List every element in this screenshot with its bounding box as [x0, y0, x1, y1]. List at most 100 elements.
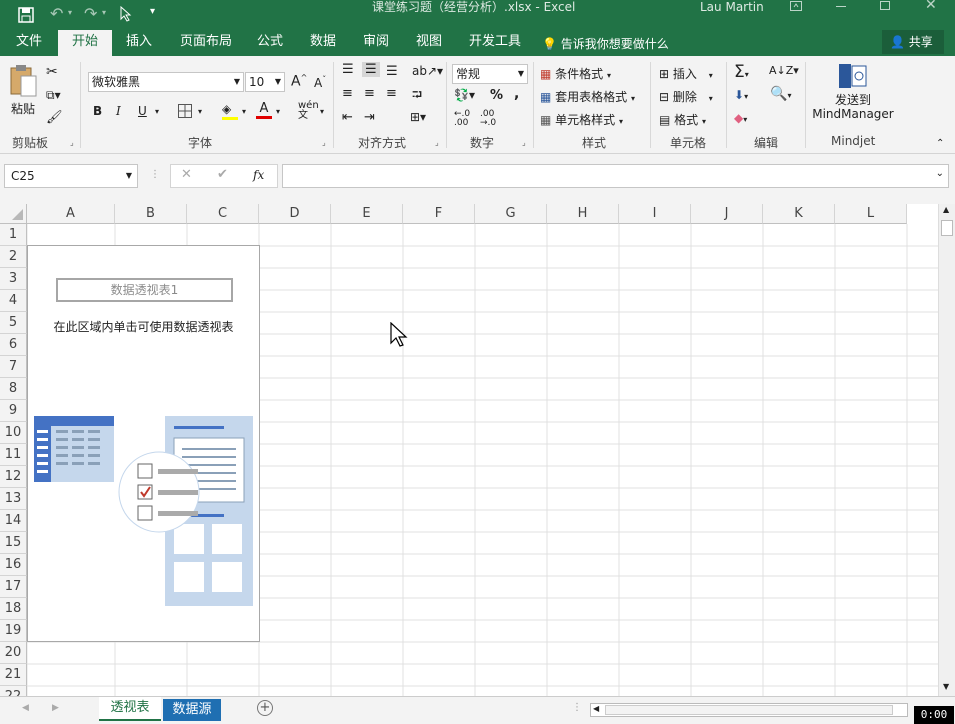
- row-header-8[interactable]: 8: [0, 378, 27, 400]
- minimize-icon[interactable]: [836, 6, 846, 7]
- accounting-format-icon[interactable]: 💱▾: [454, 88, 475, 102]
- delete-cells-button[interactable]: ⊟ 删除 ▾: [659, 88, 713, 105]
- align-middle-icon[interactable]: ☰: [362, 62, 380, 77]
- row-header-22[interactable]: 22: [0, 686, 27, 696]
- row-header-10[interactable]: 10: [0, 422, 27, 444]
- row-header-21[interactable]: 21: [0, 664, 27, 686]
- tab-review[interactable]: 审阅: [361, 30, 391, 56]
- save-icon[interactable]: [18, 7, 34, 23]
- column-header-g[interactable]: G: [475, 204, 547, 224]
- fill-color-icon[interactable]: ◈: [222, 102, 238, 120]
- cut-icon[interactable]: ✂: [46, 64, 58, 80]
- redo-icon[interactable]: ↷: [84, 4, 97, 23]
- clipboard-launcher-icon[interactable]: ⌟: [70, 138, 74, 147]
- font-name-select[interactable]: 微软雅黑 ▼: [88, 72, 244, 92]
- fill-color-dropdown-icon[interactable]: ▾: [242, 107, 246, 116]
- copy-icon[interactable]: ⧉▾: [46, 88, 61, 103]
- number-format-select[interactable]: 常规 ▼: [452, 64, 528, 84]
- collapse-ribbon-icon[interactable]: ⌃: [936, 138, 944, 149]
- row-header-3[interactable]: 3: [0, 268, 27, 290]
- fill-icon[interactable]: ⬇▾: [734, 88, 748, 102]
- alignment-launcher-icon[interactable]: ⌟: [435, 138, 439, 147]
- scroll-up-icon[interactable]: ▲: [943, 205, 949, 214]
- expand-formula-bar-icon[interactable]: ⌄: [936, 168, 944, 179]
- maximize-icon[interactable]: [880, 1, 890, 10]
- pointer-mode-icon[interactable]: [120, 6, 132, 22]
- align-bottom-icon[interactable]: ☰: [386, 64, 398, 79]
- insert-cells-button[interactable]: ⊞ 插入 ▾: [659, 65, 713, 82]
- decrease-indent-icon[interactable]: ⇤: [342, 110, 353, 125]
- column-header-d[interactable]: D: [259, 204, 331, 224]
- sheet-tab-pivot[interactable]: 透视表: [99, 697, 161, 721]
- row-header-17[interactable]: 17: [0, 576, 27, 598]
- phonetic-dropdown-icon[interactable]: ▾: [320, 107, 324, 116]
- decrease-font-size-button[interactable]: Aˇ: [314, 75, 326, 90]
- column-header-b[interactable]: B: [115, 204, 187, 224]
- new-sheet-icon[interactable]: +: [257, 700, 273, 716]
- find-select-icon[interactable]: 🔍▾: [770, 86, 791, 102]
- align-top-icon[interactable]: ☰: [342, 62, 354, 77]
- font-color-icon[interactable]: A: [256, 101, 272, 119]
- row-header-9[interactable]: 9: [0, 400, 27, 422]
- column-header-i[interactable]: I: [619, 204, 691, 224]
- italic-button[interactable]: I: [116, 104, 121, 118]
- percent-style-button[interactable]: %: [490, 88, 503, 103]
- format-cells-button[interactable]: ▤ 格式 ▾: [659, 111, 706, 128]
- font-size-select[interactable]: 10 ▼: [245, 72, 285, 92]
- horizontal-scroll-thumb[interactable]: [605, 705, 893, 715]
- decrease-decimal-icon[interactable]: .00 →.0: [480, 110, 496, 128]
- close-icon[interactable]: ✕: [925, 0, 937, 13]
- paste-button[interactable]: 粘贴: [8, 64, 42, 120]
- font-color-dropdown-icon[interactable]: ▾: [276, 107, 280, 116]
- tab-split-grip-icon[interactable]: ⋮: [572, 702, 582, 713]
- sort-filter-icon[interactable]: A↓Z▾: [769, 64, 799, 77]
- column-header-a[interactable]: A: [27, 204, 115, 224]
- align-center-icon[interactable]: ≡: [364, 86, 375, 101]
- column-header-h[interactable]: H: [547, 204, 619, 224]
- worksheet-grid[interactable]: ABCDEFGHIJKL 1 2 3 4 5 6 7 8 9 10 11 12 13 14 15 16 17 18…: [0, 204, 938, 696]
- ribbon-display-options-icon[interactable]: [790, 1, 802, 11]
- tab-data[interactable]: 数据: [308, 30, 338, 56]
- row-header-18[interactable]: 18: [0, 598, 27, 620]
- row-header-4[interactable]: 4: [0, 290, 27, 312]
- horizontal-scrollbar[interactable]: ◀: [590, 703, 908, 717]
- row-header-20[interactable]: 20: [0, 642, 27, 664]
- column-header-l[interactable]: L: [835, 204, 907, 224]
- bold-button[interactable]: B: [93, 104, 102, 118]
- select-all-corner[interactable]: [0, 204, 27, 224]
- row-header-6[interactable]: 6: [0, 334, 27, 356]
- formula-bar-grip-icon[interactable]: ⋮: [150, 169, 160, 180]
- tab-insert[interactable]: 插入: [124, 30, 154, 56]
- increase-decimal-icon[interactable]: ←.0.00: [454, 110, 470, 128]
- share-button[interactable]: 👤 共享: [882, 30, 944, 54]
- row-header-1[interactable]: 1: [0, 224, 27, 246]
- tab-page-layout[interactable]: 页面布局: [178, 30, 234, 56]
- column-header-f[interactable]: F: [403, 204, 475, 224]
- cancel-icon[interactable]: ✕: [181, 167, 192, 182]
- next-sheet-icon[interactable]: ▶: [52, 703, 59, 713]
- tab-developer[interactable]: 开发工具: [467, 30, 523, 56]
- scroll-left-icon[interactable]: ◀: [593, 704, 599, 713]
- conditional-formatting-button[interactable]: ▦ 条件格式 ▾: [540, 65, 611, 82]
- vertical-scrollbar[interactable]: ▲ ▼: [938, 204, 955, 696]
- user-name[interactable]: Lau Martin: [700, 0, 764, 14]
- number-launcher-icon[interactable]: ⌟: [522, 138, 526, 147]
- column-header-c[interactable]: C: [187, 204, 259, 224]
- sheet-tab-source[interactable]: 数据源: [163, 699, 221, 721]
- tell-me-box[interactable]: 💡 告诉我你想要做什么: [542, 35, 669, 52]
- wrap-text-icon[interactable]: ⮒: [412, 86, 422, 108]
- redo-dropdown-icon[interactable]: ▾: [102, 8, 106, 17]
- undo-dropdown-icon[interactable]: ▾: [68, 8, 72, 17]
- align-right-icon[interactable]: ≡: [386, 86, 397, 101]
- tab-file[interactable]: 文件: [14, 30, 44, 56]
- align-left-icon[interactable]: ≡: [342, 86, 353, 101]
- prev-sheet-icon[interactable]: ◀: [22, 703, 29, 713]
- row-header-14[interactable]: 14: [0, 510, 27, 532]
- row-header-16[interactable]: 16: [0, 554, 27, 576]
- name-box[interactable]: C25 ▼: [4, 164, 138, 188]
- row-header-11[interactable]: 11: [0, 444, 27, 466]
- borders-icon[interactable]: [178, 104, 192, 118]
- row-header-7[interactable]: 7: [0, 356, 27, 378]
- clear-icon[interactable]: ◆▾: [734, 111, 747, 125]
- column-header-k[interactable]: K: [763, 204, 835, 224]
